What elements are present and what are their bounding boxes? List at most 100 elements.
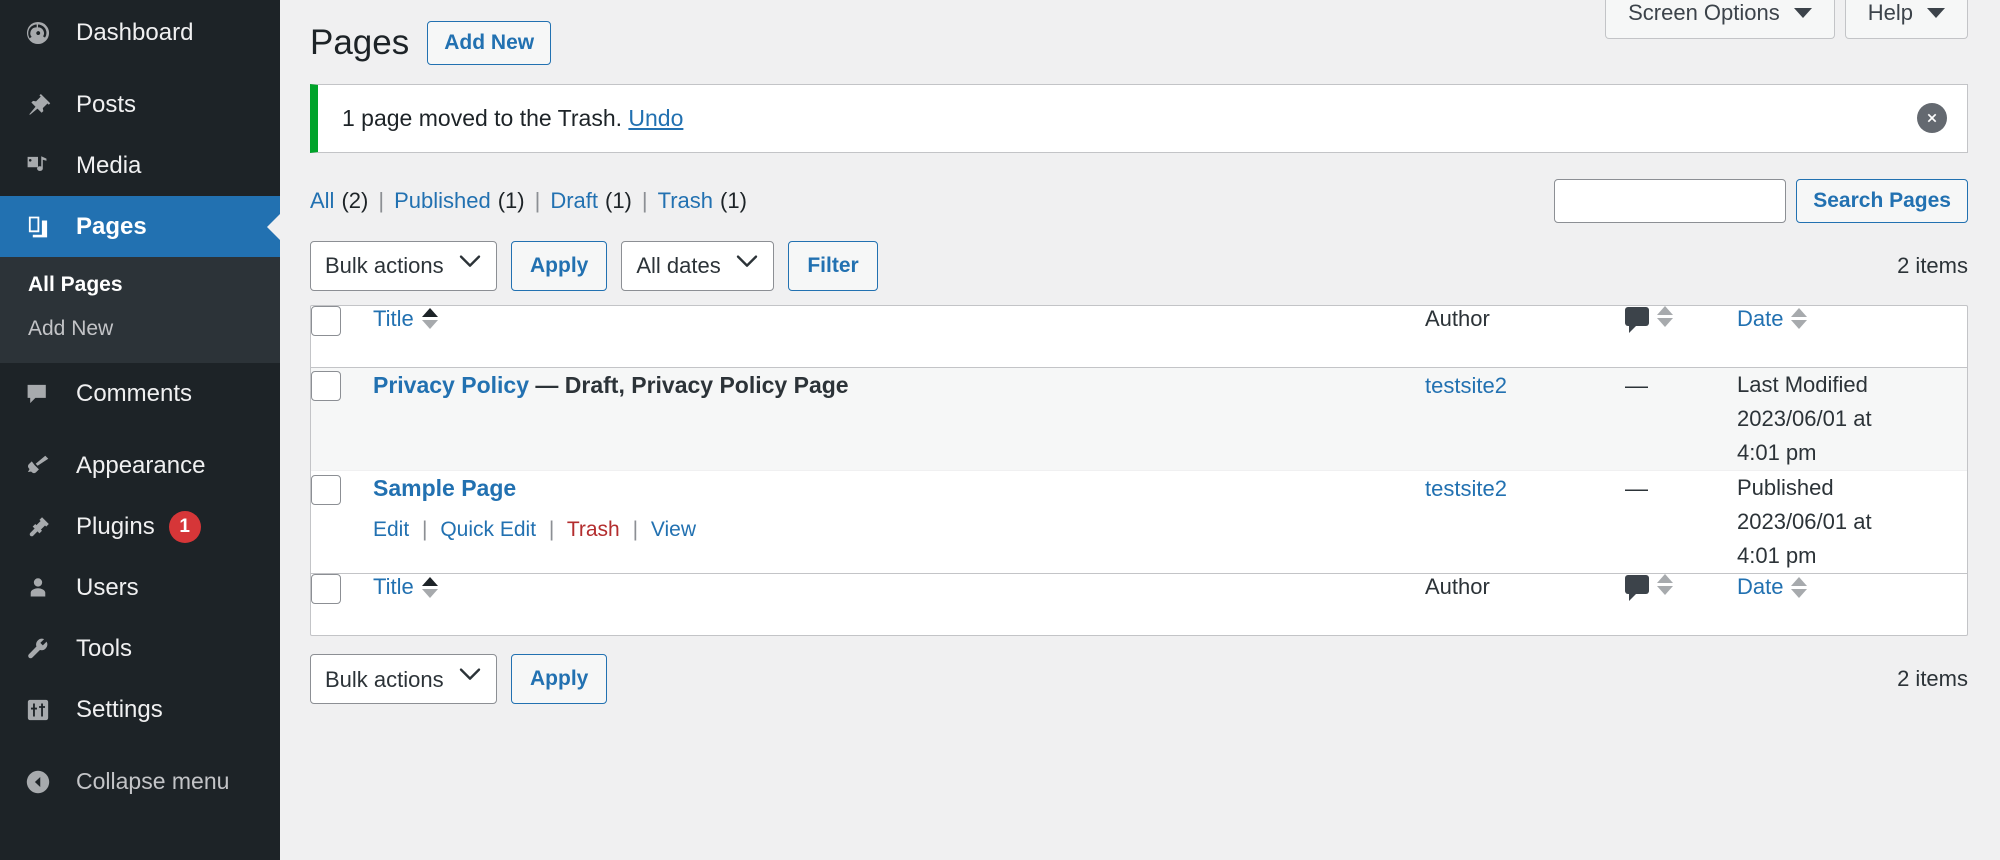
dashboard-icon xyxy=(16,20,60,46)
current-menu-arrow xyxy=(267,213,281,241)
sliders-icon xyxy=(16,697,60,723)
column-title-label[interactable]: Title xyxy=(373,306,414,332)
plug-icon xyxy=(16,514,60,540)
add-new-button[interactable]: Add New xyxy=(427,21,551,65)
row-date-cell: Published 2023/06/01 at 4:01 pm xyxy=(1737,470,1967,573)
column-header-title[interactable]: Title xyxy=(373,306,1425,368)
sidebar-item-users[interactable]: Users xyxy=(0,557,280,618)
chevron-down-icon xyxy=(1794,8,1812,18)
screen-options-button[interactable]: Screen Options xyxy=(1605,0,1835,39)
apply-button-top[interactable]: Apply xyxy=(511,241,607,291)
table-footer-row: Title Author xyxy=(311,573,1967,635)
search-input[interactable] xyxy=(1554,179,1786,223)
column-footer-title[interactable]: Title xyxy=(373,573,1425,635)
sidebar-item-settings[interactable]: Settings xyxy=(0,679,280,740)
sort-asc-arrow-icon xyxy=(1657,574,1673,583)
sidebar-item-posts[interactable]: Posts xyxy=(0,74,280,135)
row-action-edit[interactable]: Edit xyxy=(373,518,409,541)
sidebar-item-dashboard[interactable]: Dashboard xyxy=(0,2,280,63)
help-label: Help xyxy=(1868,0,1913,26)
sort-date-bottom[interactable]: Date xyxy=(1737,574,1807,600)
undo-link[interactable]: Undo xyxy=(628,105,683,131)
search-pages-button[interactable]: Search Pages xyxy=(1796,179,1968,223)
column-date-label[interactable]: Date xyxy=(1737,306,1783,332)
sort-asc-arrow-icon xyxy=(422,308,438,317)
sort-desc-arrow-icon xyxy=(422,589,438,598)
date-filter-select[interactable]: All dates xyxy=(621,241,774,291)
row-action-separator: | xyxy=(633,518,638,541)
column-footer-author: Author xyxy=(1425,573,1625,635)
help-button[interactable]: Help xyxy=(1845,0,1968,39)
sort-date-top[interactable]: Date xyxy=(1737,306,1807,332)
row-author-link[interactable]: testsite2 xyxy=(1425,476,1507,501)
sidebar-item-appearance[interactable]: Appearance xyxy=(0,435,280,496)
sidebar-item-media[interactable]: Media xyxy=(0,135,280,196)
filter-label[interactable]: All xyxy=(310,188,334,214)
sidebar-item-plugins[interactable]: Plugins 1 xyxy=(0,496,280,557)
filter-link-published[interactable]: Published (1) xyxy=(394,188,525,214)
row-comments-cell: — xyxy=(1625,470,1737,573)
filter-count: (1) xyxy=(498,188,525,214)
row-author-link[interactable]: testsite2 xyxy=(1425,373,1507,398)
sort-asc-arrow-icon xyxy=(1657,306,1673,315)
row-action-view[interactable]: View xyxy=(651,518,696,541)
submenu-item-all-pages[interactable]: All Pages xyxy=(0,263,280,307)
column-header-date[interactable]: Date xyxy=(1737,306,1967,368)
wrench-icon xyxy=(16,636,60,662)
row-title-link[interactable]: Privacy Policy xyxy=(373,372,529,398)
row-title-link[interactable]: Sample Page xyxy=(373,475,516,501)
filter-link-draft[interactable]: Draft (1) xyxy=(550,188,632,214)
sidebar-item-comments[interactable]: Comments xyxy=(0,363,280,424)
filter-label[interactable]: Published xyxy=(394,188,491,214)
sort-arrows-icon xyxy=(1657,574,1673,595)
row-comments-cell: — xyxy=(1625,368,1737,470)
tablenav-top: Bulk actions Apply All dates Filter 2 it… xyxy=(310,237,1968,305)
filter-count: (2) xyxy=(341,188,368,214)
column-footer-date[interactable]: Date xyxy=(1737,573,1967,635)
column-date-label[interactable]: Date xyxy=(1737,574,1783,600)
filter-label[interactable]: Trash xyxy=(658,188,713,214)
sort-desc-arrow-icon xyxy=(1791,320,1807,329)
row-checkbox[interactable] xyxy=(311,371,341,401)
sidebar-item-label: Comments xyxy=(76,380,192,408)
filter-button[interactable]: Filter xyxy=(788,241,877,291)
collapse-arrow-icon xyxy=(16,768,60,796)
column-title-label[interactable]: Title xyxy=(373,574,414,600)
collapse-menu-button[interactable]: Collapse menu xyxy=(0,751,280,812)
sidebar-item-label: Users xyxy=(76,574,139,602)
filter-count: (1) xyxy=(605,188,632,214)
pin-icon xyxy=(16,92,60,118)
sidebar-item-tools[interactable]: Tools xyxy=(0,618,280,679)
sort-comments-top[interactable] xyxy=(1625,306,1673,327)
bulk-actions-select-top[interactable]: Bulk actions xyxy=(310,241,497,291)
column-footer-comments[interactable] xyxy=(1625,573,1737,635)
sort-asc-arrow-icon xyxy=(422,577,438,586)
wordpress-admin-screen: Dashboard Posts Media xyxy=(0,0,2000,860)
chevron-down-icon xyxy=(1927,8,1945,18)
apply-button-bottom[interactable]: Apply xyxy=(511,654,607,704)
sort-title-bottom[interactable]: Title xyxy=(373,574,438,600)
row-action-quick-edit[interactable]: Quick Edit xyxy=(440,518,536,541)
row-author-cell: testsite2 xyxy=(1425,470,1625,573)
user-icon xyxy=(16,575,60,601)
select-all-checkbox-top[interactable] xyxy=(311,306,341,336)
sort-desc-arrow-icon xyxy=(1657,318,1673,327)
filter-link-trash[interactable]: Trash (1) xyxy=(658,188,747,214)
sort-title-top[interactable]: Title xyxy=(373,306,438,332)
sort-arrows-icon xyxy=(422,308,438,329)
filter-link-all[interactable]: All (2) xyxy=(310,188,368,214)
pages-submenu: All Pages Add New xyxy=(0,257,280,363)
bulk-actions-select-bottom[interactable]: Bulk actions xyxy=(310,654,497,704)
sidebar-item-pages[interactable]: Pages xyxy=(0,196,280,257)
row-checkbox[interactable] xyxy=(311,475,341,505)
sort-comments-bottom[interactable] xyxy=(1625,574,1673,595)
filter-label[interactable]: Draft xyxy=(550,188,598,214)
submenu-item-add-new[interactable]: Add New xyxy=(0,307,280,351)
column-author-label: Author xyxy=(1425,306,1490,331)
displaying-num-bottom: 2 items xyxy=(1897,666,1968,692)
close-circle-icon[interactable] xyxy=(1917,103,1947,133)
column-header-comments[interactable] xyxy=(1625,306,1737,368)
select-all-checkbox-bottom[interactable] xyxy=(311,574,341,604)
row-action-trash[interactable]: Trash xyxy=(567,518,620,541)
sort-arrows-icon xyxy=(422,577,438,598)
